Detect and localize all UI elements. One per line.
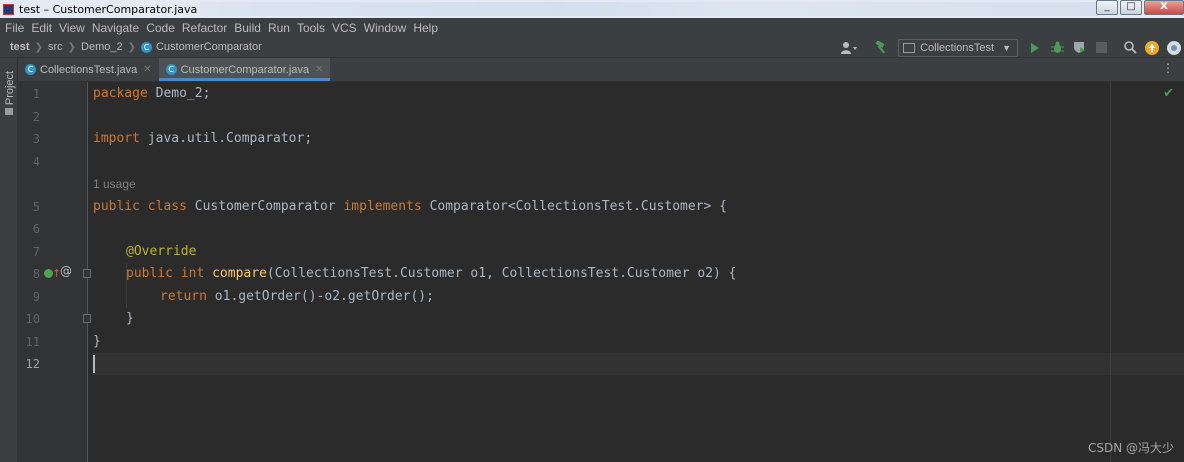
chevron-down-icon: ▼ [1002, 42, 1011, 53]
code-editor[interactable]: 1 2 3 4 5 6 7 8 9 10 11 12 ↑ @ package D… [18, 82, 1184, 462]
current-line-highlight [93, 353, 1184, 375]
menu-navigate[interactable]: Navigate [92, 21, 139, 35]
code-text-area[interactable]: package Demo_2; import java.util.Compara… [93, 82, 1184, 462]
code-line-10: } [126, 311, 134, 326]
menu-tools[interactable]: Tools [297, 21, 325, 35]
title-bar: test – CustomerComparator.java _ □ X [0, 0, 1184, 18]
menu-vcs[interactable]: VCS [332, 21, 357, 35]
class-icon: C [25, 64, 36, 75]
editor-gutter: 1 2 3 4 5 6 7 8 9 10 11 12 ↑ @ [18, 82, 91, 462]
run-config-label: CollectionsTest [920, 41, 995, 54]
watermark: CSDN @冯大少 [1087, 441, 1174, 455]
implements-method-icon[interactable]: ↑ [44, 267, 61, 281]
navigation-bar: test ❯ src ❯ Demo_2 ❯ C CustomerComparat… [0, 37, 1184, 58]
fold-collapse-icon[interactable] [83, 269, 91, 278]
breadcrumb-class[interactable]: C CustomerComparator [140, 41, 262, 53]
close-icon[interactable]: ✕ [143, 64, 151, 75]
line-number: 10 [25, 312, 40, 326]
line-number: 9 [32, 290, 40, 304]
coverage-icon[interactable] [1071, 40, 1087, 56]
breadcrumb-package[interactable]: Demo_2 [81, 41, 123, 53]
close-icon[interactable]: ✕ [315, 64, 323, 75]
folder-icon [5, 108, 13, 115]
run-configuration-dropdown[interactable]: CollectionsTest ▼ [898, 38, 1018, 57]
code-line-9: return o1.getOrder()-o2.getOrder(); [160, 289, 434, 304]
project-tool-window-button[interactable]: Project [2, 64, 16, 116]
menu-file[interactable]: File [5, 21, 24, 35]
run-config-icon [903, 42, 916, 53]
menu-window[interactable]: Window [364, 21, 407, 35]
code-line-1: package Demo_2; [93, 86, 211, 101]
editor-tab-bar: C CollectionsTest.java ✕ C CustomerCompa… [18, 58, 1184, 82]
user-icon[interactable] [838, 40, 860, 56]
tab-label: CollectionsTest.java [40, 63, 138, 76]
stop-icon[interactable] [1093, 40, 1109, 56]
line-number: 1 [32, 87, 40, 101]
code-line-7: @Override [126, 244, 197, 259]
more-vertical-icon[interactable]: ⋮ [1162, 61, 1174, 75]
code-line-11: } [93, 334, 101, 349]
run-icon[interactable] [1027, 40, 1043, 56]
line-number: 6 [32, 222, 40, 236]
tab-label: CustomerComparator.java [180, 63, 309, 76]
chevron-right-icon: ❯ [34, 41, 43, 53]
line-number: 4 [32, 155, 40, 169]
search-icon[interactable] [1122, 40, 1138, 56]
menu-edit[interactable]: Edit [31, 21, 52, 35]
code-line-3: import java.util.Comparator; [93, 131, 313, 146]
fold-end-icon[interactable] [83, 314, 91, 323]
menu-build[interactable]: Build [234, 21, 261, 35]
menu-code[interactable]: Code [146, 21, 175, 35]
line-number: 5 [32, 200, 40, 214]
annotation-icon[interactable]: @ [60, 264, 72, 278]
hammer-icon[interactable] [873, 40, 889, 56]
menu-view[interactable]: View [59, 21, 85, 35]
menu-run[interactable]: Run [268, 21, 290, 35]
line-number: 7 [32, 245, 40, 259]
line-number-current: 12 [25, 357, 40, 371]
breadcrumb-project[interactable]: test [10, 41, 30, 53]
window-controls: _ □ X [1094, 0, 1184, 16]
chevron-right-icon: ❯ [67, 41, 77, 53]
inspection-ok-check-icon[interactable]: ✔ [1163, 86, 1174, 101]
menu-help[interactable]: Help [413, 21, 438, 35]
text-cursor [93, 355, 95, 373]
line-number: 3 [32, 132, 40, 146]
code-line-5: public class CustomerComparator implemen… [93, 199, 727, 214]
tab-collectionstest[interactable]: C CollectionsTest.java ✕ [18, 58, 159, 81]
title-bar-background [200, 2, 1100, 16]
line-number: 8 [32, 267, 40, 281]
menu-bar: File Edit View Navigate Code Refactor Bu… [0, 18, 1184, 37]
minimize-button[interactable]: _ [1096, 0, 1118, 15]
line-number: 11 [25, 335, 40, 349]
debug-icon[interactable] [1049, 40, 1065, 56]
line-number: 2 [32, 110, 40, 124]
maximize-button[interactable]: □ [1120, 0, 1142, 15]
class-icon: C [165, 64, 177, 75]
window-title: test – CustomerComparator.java [19, 2, 198, 16]
left-tool-strip: Project [0, 58, 18, 462]
class-icon: C [140, 41, 152, 53]
update-icon[interactable] [1144, 40, 1160, 56]
intellij-app-icon [3, 3, 14, 15]
usages-hint[interactable]: 1 usage [93, 174, 136, 194]
project-tab-label: Project [4, 70, 16, 106]
chevron-right-icon: ❯ [127, 41, 136, 53]
close-window-button[interactable]: X [1144, 0, 1184, 15]
breadcrumb-src[interactable]: src [48, 41, 63, 53]
main-toolbar: CollectionsTest ▼ [835, 37, 1184, 58]
right-margin-guide [1110, 82, 1111, 462]
breadcrumb-class-label: CustomerComparator [155, 41, 262, 53]
tab-customercomparator[interactable]: C CustomerComparator.java ✕ [158, 58, 331, 81]
code-line-8: public int compare(CollectionsTest.Custo… [126, 266, 737, 281]
menu-refactor[interactable]: Refactor [182, 21, 227, 35]
logo-icon [1166, 40, 1182, 56]
